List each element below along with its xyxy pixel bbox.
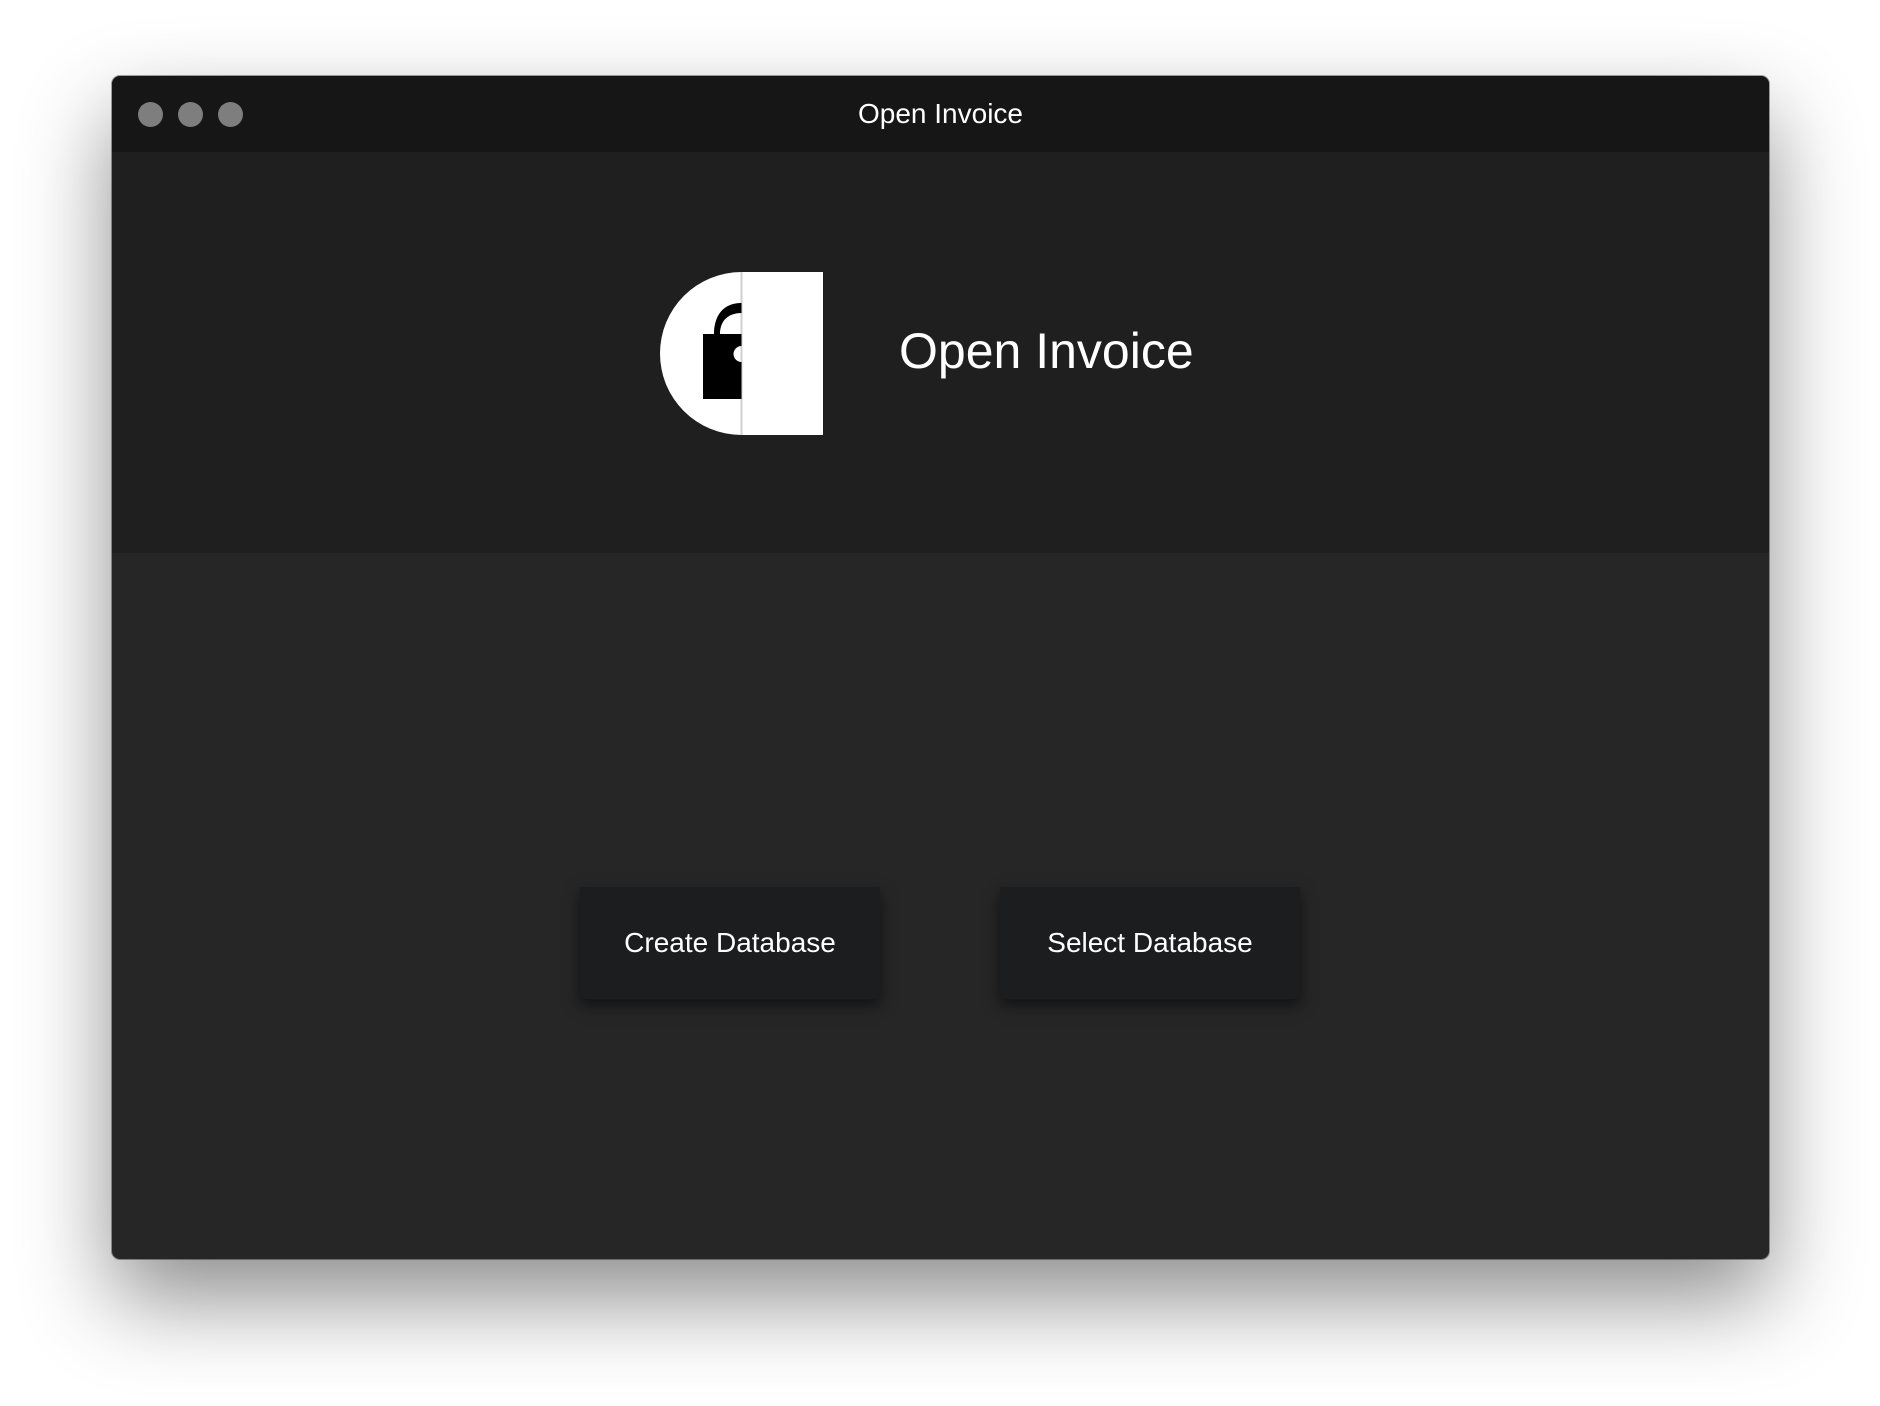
- app-name-heading: Open Invoice: [899, 323, 1194, 379]
- create-database-button[interactable]: Create Database: [580, 887, 880, 999]
- window-title: Open Invoice: [858, 98, 1023, 129]
- title-bar: Open Invoice: [112, 76, 1769, 152]
- select-database-button[interactable]: Select Database: [1000, 887, 1300, 999]
- app-header: Open Invoice: [112, 152, 1769, 553]
- app-window: Open Invoice Open Invoice Create Databas…: [112, 76, 1769, 1259]
- lock-document-logo-icon: [660, 272, 823, 435]
